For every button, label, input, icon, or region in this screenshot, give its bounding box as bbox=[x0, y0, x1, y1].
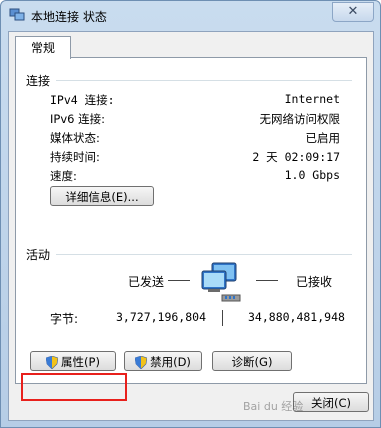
ipv6-label: IPv6 连接: bbox=[50, 112, 105, 126]
close-window-button[interactable]: ✕ bbox=[332, 2, 374, 22]
speed-value: 1.0 Gbps bbox=[284, 168, 340, 182]
activity-header: 活动 bbox=[26, 248, 51, 262]
uac-shield-icon bbox=[46, 356, 59, 369]
properties-highlight bbox=[21, 373, 127, 401]
status-window: 本地连接 状态 ✕ 常规 连接 IPv4 连接: Internet IPv6 连… bbox=[0, 0, 381, 428]
media-state-value: 已启用 bbox=[305, 131, 341, 145]
activity-divider bbox=[56, 254, 352, 255]
duration-label: 持续时间: bbox=[50, 150, 100, 164]
sent-label: 已发送 bbox=[128, 275, 165, 289]
disable-button[interactable]: 禁用(D) bbox=[124, 351, 202, 371]
window-title: 本地连接 状态 bbox=[31, 10, 107, 24]
bytes-received-value: 34,880,481,948 bbox=[248, 310, 345, 324]
properties-button[interactable]: 属性(P) bbox=[30, 351, 116, 371]
bytes-divider bbox=[222, 310, 223, 326]
connection-divider bbox=[56, 80, 352, 81]
uac-shield-icon bbox=[135, 356, 148, 369]
bytes-sent-value: 3,727,196,804 bbox=[116, 310, 207, 324]
general-panel: 连接 IPv4 连接: Internet IPv6 连接: 无网络访问权限 媒体… bbox=[15, 57, 367, 384]
media-state-label: 媒体状态: bbox=[50, 131, 100, 145]
watermark: Bai du 经验 bbox=[243, 398, 363, 418]
watermark-text: Bai du 经验 bbox=[243, 400, 304, 413]
details-button[interactable]: 详细信息(E)... bbox=[50, 186, 154, 206]
disable-label: 禁用(D) bbox=[150, 355, 191, 369]
connection-header: 连接 bbox=[26, 74, 51, 88]
duration-value: 2 天 02:09:17 bbox=[252, 150, 340, 164]
tab-general[interactable]: 常规 bbox=[15, 36, 71, 59]
speed-label: 速度: bbox=[50, 169, 77, 183]
ipv6-value: 无网络访问权限 bbox=[259, 112, 341, 126]
network-computers-icon bbox=[201, 262, 241, 302]
properties-label: 属性(P) bbox=[61, 355, 100, 369]
diagnose-button[interactable]: 诊断(G) bbox=[212, 351, 292, 371]
client-area: 常规 连接 IPv4 连接: Internet IPv6 连接: 无网络访问权限… bbox=[8, 31, 374, 421]
ipv4-label: IPv4 连接: bbox=[50, 93, 115, 107]
network-icon bbox=[9, 8, 25, 21]
bytes-label: 字节: bbox=[50, 312, 79, 326]
ipv4-value: Internet bbox=[284, 92, 340, 106]
title-bar[interactable]: 本地连接 状态 ✕ bbox=[1, 1, 380, 29]
sent-line bbox=[168, 280, 190, 281]
received-label: 已接收 bbox=[296, 275, 333, 289]
received-line bbox=[256, 280, 278, 281]
